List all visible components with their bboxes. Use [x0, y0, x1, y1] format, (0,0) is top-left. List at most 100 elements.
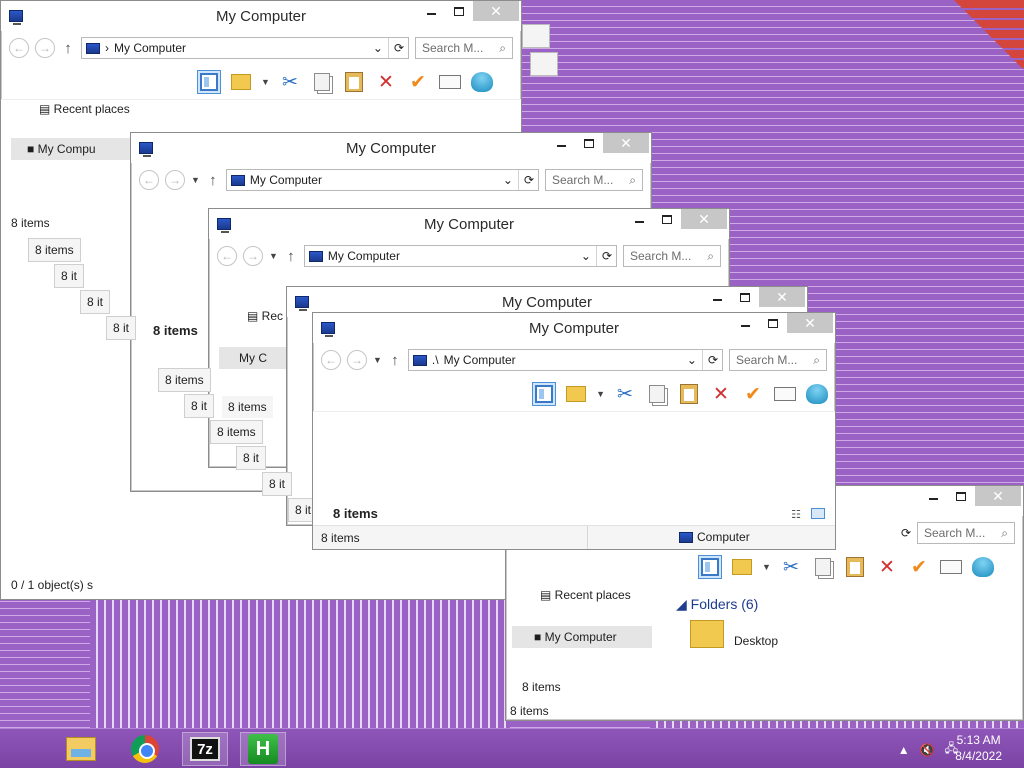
- delete-button[interactable]: ✕: [709, 382, 733, 406]
- minimize-button[interactable]: [919, 486, 947, 506]
- minimize-button[interactable]: [547, 133, 575, 153]
- shell-button[interactable]: [470, 70, 494, 94]
- refresh-icon[interactable]: ⟳: [708, 353, 718, 367]
- minimize-button[interactable]: [731, 313, 759, 333]
- shell-button[interactable]: [971, 555, 995, 579]
- explorer-window-main[interactable]: My Computer ✕ ← → ▼ ↑ .\ My Computer ⌄ ⟳…: [312, 312, 836, 550]
- navigation-pane-button[interactable]: [532, 382, 557, 406]
- maximize-button[interactable]: [653, 209, 681, 229]
- copy-button[interactable]: [811, 555, 835, 579]
- cut-button[interactable]: ✂: [278, 70, 302, 94]
- copy-button[interactable]: [645, 382, 669, 406]
- search-input[interactable]: Search M... ⌕: [729, 349, 827, 371]
- volume-muted-icon[interactable]: 🔇: [920, 743, 935, 757]
- address-bar[interactable]: My Computer ⌄ ⟳: [225, 169, 539, 191]
- copy-button[interactable]: [310, 70, 334, 94]
- up-button[interactable]: ↑: [388, 352, 402, 369]
- up-button[interactable]: ↑: [206, 172, 220, 189]
- search-input[interactable]: Search M... ⌕: [545, 169, 643, 191]
- chevron-down-icon[interactable]: ⌄: [687, 353, 697, 367]
- minimize-button[interactable]: [417, 1, 445, 21]
- back-button[interactable]: ←: [217, 246, 237, 266]
- forward-button[interactable]: →: [243, 246, 263, 266]
- chevron-down-icon[interactable]: ▼: [373, 355, 382, 365]
- check-button[interactable]: ✔: [741, 382, 765, 406]
- folder-options-button[interactable]: [730, 555, 754, 579]
- refresh-icon[interactable]: ⟳: [394, 41, 404, 55]
- cut-button[interactable]: ✂: [779, 555, 803, 579]
- title-bar[interactable]: My Computer ✕: [1, 1, 521, 31]
- title-bar[interactable]: My Computer ✕: [209, 209, 729, 239]
- view-details-icon[interactable]: ☷: [791, 508, 801, 521]
- cut-button[interactable]: ✂: [613, 382, 637, 406]
- chevron-down-icon[interactable]: ⌄: [503, 173, 513, 187]
- folders-group-header[interactable]: ◢ Folders (6): [676, 596, 758, 613]
- refresh-icon[interactable]: ⟳: [602, 249, 612, 263]
- chevron-down-icon[interactable]: ▼: [261, 77, 270, 87]
- close-button[interactable]: ✕: [787, 313, 833, 333]
- chevron-down-icon[interactable]: ▼: [191, 175, 200, 185]
- address-bar[interactable]: › My Computer ⌄ ⟳: [81, 37, 409, 59]
- close-button[interactable]: ✕: [603, 133, 649, 153]
- taskbar-chrome[interactable]: [122, 732, 168, 766]
- folder-options-button[interactable]: [229, 70, 253, 94]
- search-input[interactable]: Search M... ⌕: [623, 245, 721, 267]
- refresh-icon[interactable]: ⟳: [901, 526, 911, 540]
- forward-button[interactable]: →: [35, 38, 55, 58]
- forward-button[interactable]: →: [347, 350, 367, 370]
- refresh-icon[interactable]: ⟳: [524, 173, 534, 187]
- address-bar[interactable]: .\ My Computer ⌄ ⟳: [407, 349, 723, 371]
- back-button[interactable]: ←: [321, 350, 341, 370]
- paste-button[interactable]: [342, 70, 366, 94]
- clock[interactable]: 5:13 AM 8/4/2022: [955, 732, 1002, 764]
- navigation-pane-button[interactable]: [197, 70, 221, 94]
- tray-overflow-icon[interactable]: ▲: [898, 743, 910, 757]
- shell-button[interactable]: [805, 382, 829, 406]
- chevron-down-icon[interactable]: ⌄: [373, 41, 383, 55]
- back-button[interactable]: ←: [9, 38, 29, 58]
- up-button[interactable]: ↑: [284, 248, 298, 265]
- taskbar-h-app[interactable]: H: [240, 732, 286, 766]
- minimize-button[interactable]: [703, 287, 731, 307]
- nav-item-recent-places[interactable]: ▤ Recent places: [540, 588, 631, 602]
- up-button[interactable]: ↑: [61, 40, 75, 57]
- maximize-button[interactable]: [445, 1, 473, 21]
- check-button[interactable]: ✔: [406, 70, 430, 94]
- close-button[interactable]: ✕: [975, 486, 1021, 506]
- search-input[interactable]: Search M... ⌕: [415, 37, 513, 59]
- taskbar-7zip[interactable]: 7z: [182, 732, 228, 766]
- back-button[interactable]: ←: [139, 170, 159, 190]
- rename-button[interactable]: [939, 555, 963, 579]
- minimize-button[interactable]: [625, 209, 653, 229]
- maximize-button[interactable]: [575, 133, 603, 153]
- address-bar[interactable]: My Computer ⌄ ⟳: [303, 245, 617, 267]
- delete-button[interactable]: ✕: [875, 555, 899, 579]
- chevron-down-icon[interactable]: ⌄: [581, 249, 591, 263]
- view-tiles-icon[interactable]: [811, 508, 825, 519]
- folder-item-desktop[interactable]: Desktop: [690, 620, 778, 648]
- chevron-down-icon[interactable]: ▼: [596, 389, 605, 399]
- title-bar[interactable]: My Computer ✕: [131, 133, 651, 163]
- navigation-pane-button[interactable]: [698, 555, 722, 579]
- nav-item-my-computer[interactable]: My C: [219, 347, 289, 369]
- nav-item-recent[interactable]: ▤ Rec: [247, 309, 283, 323]
- maximize-button[interactable]: [947, 486, 975, 506]
- maximize-button[interactable]: [759, 313, 787, 333]
- rename-button[interactable]: [438, 70, 462, 94]
- folder-options-button[interactable]: [564, 382, 588, 406]
- taskbar-file-explorer[interactable]: [58, 732, 104, 766]
- delete-button[interactable]: ✕: [374, 70, 398, 94]
- close-button[interactable]: ✕: [681, 209, 727, 229]
- title-bar[interactable]: My Computer ✕: [313, 313, 835, 343]
- chevron-down-icon[interactable]: ▼: [762, 562, 771, 572]
- close-button[interactable]: ✕: [759, 287, 805, 307]
- close-button[interactable]: ✕: [473, 1, 519, 21]
- paste-button[interactable]: [677, 382, 701, 406]
- nav-item-recent-places[interactable]: ▤ Recent places: [39, 102, 130, 116]
- maximize-button[interactable]: [731, 287, 759, 307]
- nav-item-my-computer[interactable]: ■ My Computer: [512, 626, 652, 648]
- search-input[interactable]: Search M... ⌕: [917, 522, 1015, 544]
- paste-button[interactable]: [843, 555, 867, 579]
- rename-button[interactable]: [773, 382, 797, 406]
- forward-button[interactable]: →: [165, 170, 185, 190]
